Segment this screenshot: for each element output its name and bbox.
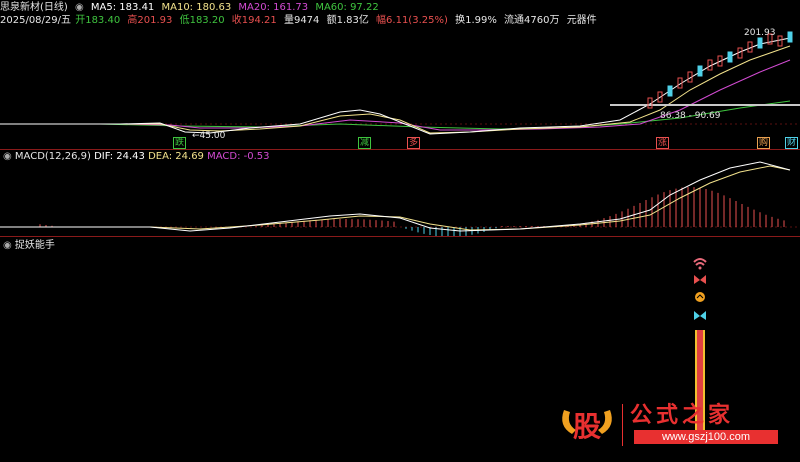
indicator-toggle-icon[interactable]: ◉ (3, 240, 12, 251)
candle (757, 37, 763, 49)
logo-char: 股 (572, 410, 601, 443)
watermark-site-name: 公式之家 (630, 403, 735, 428)
macd-name[interactable]: MACD(12,26,9) (15, 151, 91, 162)
signal-gou[interactable]: 购 (757, 137, 771, 149)
macd-hist: MACD: -0.53 (207, 151, 270, 162)
signal-duo[interactable]: 多 (407, 137, 421, 149)
low-price-value: 45.00 (199, 131, 226, 141)
macd-dea: DEA: 24.69 (148, 151, 204, 162)
low-price-label: ←45.00 (192, 131, 226, 141)
high-price-label: 201.93 (744, 28, 776, 38)
signal-cai[interactable]: 财 (785, 137, 799, 149)
signal-zhang[interactable]: 涨 (656, 137, 670, 149)
signal-die[interactable]: 跌 (173, 137, 187, 149)
macd-toggle-icon[interactable]: ◉ (3, 151, 12, 162)
indicator-name[interactable]: 捉妖能手 (15, 240, 55, 251)
signal-jian[interactable]: 减 (358, 137, 372, 149)
candle (787, 31, 793, 43)
candle (777, 35, 783, 47)
candlesticks (647, 31, 793, 109)
indicator-header: ◉ 捉妖能手 (3, 240, 55, 252)
pane-divider-2[interactable] (0, 236, 800, 237)
candle (697, 65, 703, 77)
watermark-divider (622, 404, 623, 446)
pane-divider-1[interactable] (0, 149, 800, 150)
range-label: 86.38 - 90.69 (660, 111, 721, 121)
watermark-logo: 股 (556, 404, 618, 452)
watermark-url[interactable]: www.gszj100.com (634, 430, 778, 444)
chart-canvas[interactable] (0, 0, 800, 462)
macd-header: ◉ MACD(12,26,9) DIF: 24.43 DEA: 24.69 MA… (3, 151, 270, 163)
candle (667, 85, 673, 97)
candle (727, 51, 733, 63)
macd-dif: DIF: 24.43 (94, 151, 145, 162)
